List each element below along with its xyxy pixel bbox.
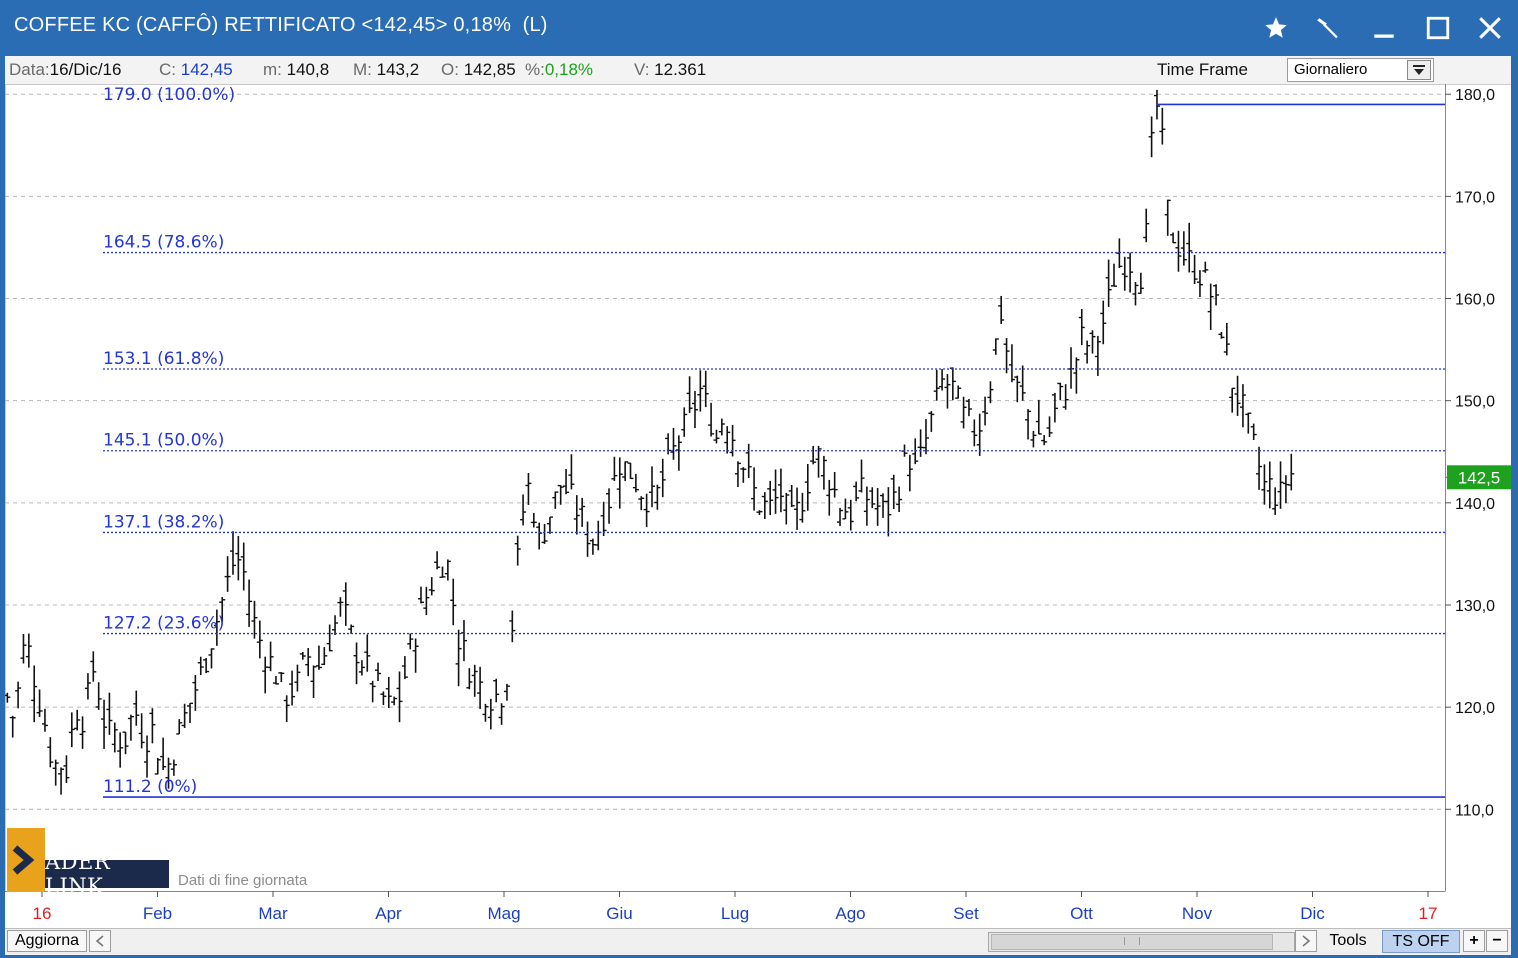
info-pct: %:0,18% — [525, 60, 594, 79]
y-tick-label: 110,0 — [1455, 802, 1494, 819]
x-tick-label: 16 — [33, 904, 52, 923]
y-tick-label: 160,0 — [1455, 292, 1495, 309]
y-tick-label: 140,0 — [1455, 496, 1495, 513]
info-volume: V: 12.361 — [634, 60, 707, 79]
minimize-icon[interactable] — [1364, 8, 1404, 48]
title-bar: COFFEE KC (CAFFÔ) RETTIFICATO <142,45> 0… — [0, 0, 1518, 56]
y-tick-label: 170,0 — [1455, 189, 1495, 206]
y-tick-label: 120,0 — [1455, 700, 1495, 717]
x-tick-label: Ago — [835, 904, 865, 923]
info-bar: Data:16/Dic/16 C: 142,45 m: 140,8 M: 143… — [5, 56, 1511, 85]
y-tick-label: 150,0 — [1455, 394, 1495, 411]
scroll-grip-icon — [1124, 937, 1140, 945]
x-tick-label: Ott — [1070, 904, 1093, 923]
info-close: C: 142,45 — [159, 60, 233, 79]
x-tick-label: 17 — [1419, 904, 1438, 923]
window-title: COFFEE KC (CAFFÔ) RETTIFICATO <142,45> 0… — [14, 14, 548, 36]
x-tick-label: Nov — [1182, 904, 1213, 923]
x-tick-label: Apr — [375, 904, 402, 923]
logo-caption: Dati di fine giornata — [178, 872, 308, 889]
ts-off-button[interactable]: TS OFF — [1382, 930, 1460, 953]
hammer-icon[interactable] — [1308, 8, 1348, 48]
close-icon[interactable] — [1470, 8, 1510, 48]
fib-level-label: 145.1 (50.0%) — [103, 431, 224, 451]
x-tick-label: Set — [953, 904, 979, 923]
info-min: m: 140,8 — [263, 60, 330, 79]
x-tick-label: Mar — [258, 904, 288, 923]
aggiorna-button[interactable]: Aggiorna — [7, 930, 87, 952]
price-chart[interactable]: 180,0 170,0 160,0 150,0 140,0 130,0 120,0 110,0… — [5, 84, 1511, 928]
horizontal-scrollbar[interactable] — [988, 932, 1295, 952]
x-tick-label: Mag — [487, 904, 520, 923]
fib-level-label: 127.2 (23.6%) — [103, 614, 224, 634]
zoom-out-button[interactable]: − — [1486, 930, 1508, 952]
timeframe-select[interactable]: Giornaliero — [1287, 58, 1434, 82]
info-max: M: 143,2 — [353, 60, 420, 79]
x-tick-label: Lug — [721, 904, 749, 923]
fib-level-label: 137.1 (38.2%) — [103, 512, 224, 532]
y-tick-label: 180,0 — [1455, 87, 1495, 104]
scroll-right-icon[interactable] — [1295, 930, 1317, 952]
tools-button[interactable]: Tools — [1317, 930, 1379, 952]
fib-level-label: 111.2 (0%) — [103, 777, 197, 797]
info-date: Data:16/Dic/16 — [9, 60, 122, 79]
y-tick-label: 130,0 — [1455, 598, 1495, 615]
zoom-in-button[interactable]: + — [1463, 930, 1485, 952]
maximize-icon[interactable] — [1418, 8, 1458, 48]
info-open: O: 142,85 — [441, 60, 516, 79]
x-tick-label: Dic — [1300, 904, 1325, 923]
logo-mark — [7, 828, 45, 892]
fib-level-label: 164.5 (78.6%) — [103, 233, 224, 253]
logo-text: ADER LINK — [45, 850, 169, 898]
plot-area — [5, 84, 1446, 892]
dropdown-arrow-icon[interactable] — [1407, 60, 1431, 80]
fib-level-label: 179.0 (100.0%) — [103, 85, 235, 105]
timeframe-label: Time Frame — [1157, 60, 1248, 79]
status-bar: Aggiorna Tools TS OFF + − — [5, 928, 1511, 955]
x-tick-label: Feb — [143, 904, 172, 923]
star-icon[interactable] — [1256, 8, 1296, 48]
fib-level-label: 153.1 (61.8%) — [103, 349, 224, 369]
x-tick-label: Giu — [606, 904, 632, 923]
timeframe-value: Giornaliero — [1294, 61, 1368, 78]
chart-window: Data:16/Dic/16 C: 142,45 m: 140,8 M: 143… — [5, 56, 1511, 955]
scroll-left-icon[interactable] — [89, 930, 111, 952]
current-price-label: 142,5 — [1458, 468, 1501, 487]
